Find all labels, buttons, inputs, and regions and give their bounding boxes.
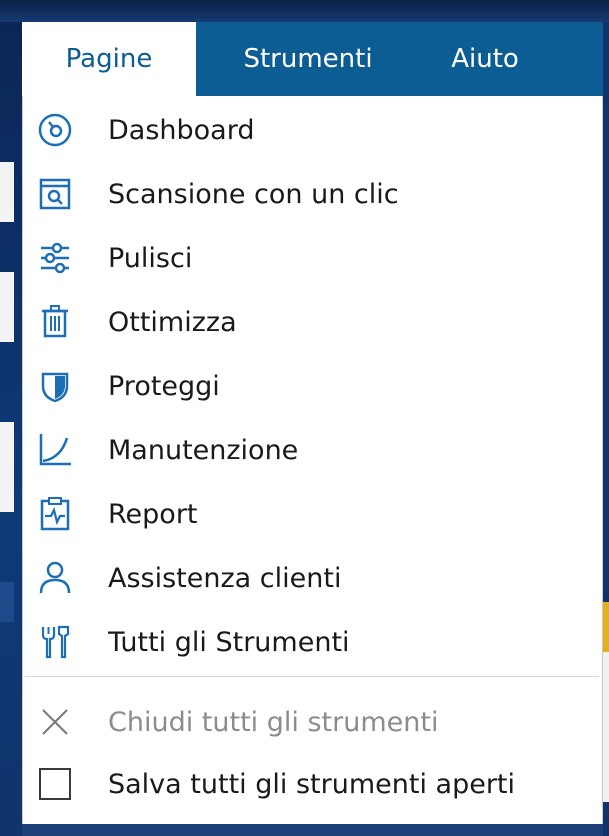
menu-item-label: Assistenza clienti: [108, 562, 342, 594]
menu-item-label: Ottimizza: [108, 306, 237, 338]
menu-item-label: Manutenzione: [108, 434, 299, 466]
menu-item-pulisci[interactable]: Pulisci: [23, 226, 602, 290]
menu-item-scansione[interactable]: Scansione con un clic: [23, 162, 602, 226]
background-window-bottom: [22, 824, 603, 836]
background-window-right: [603, 22, 609, 836]
tools-icon: [35, 622, 75, 662]
menu-item-label: Dashboard: [108, 114, 255, 146]
dashboard-icon: [35, 110, 75, 150]
checkbox-icon[interactable]: [35, 764, 75, 804]
close-icon: [35, 702, 75, 742]
menu-item-label: Tutti gli Strumenti: [108, 626, 350, 658]
shield-icon: [35, 366, 75, 406]
menu-item-assistenza[interactable]: Assistenza clienti: [23, 546, 602, 610]
menu-item-label: Report: [108, 498, 198, 530]
menu-separator: [25, 676, 599, 677]
menu-strumenti[interactable]: Strumenti: [196, 22, 420, 96]
menu-item-salva-strumenti[interactable]: Salva tutti gli strumenti aperti: [23, 752, 602, 816]
menu-item-label: Scansione con un clic: [108, 178, 399, 210]
trash-icon: [35, 302, 75, 342]
one-click-scan-icon: [35, 174, 75, 214]
menu-item-tutti-strumenti[interactable]: Tutti gli Strumenti: [23, 610, 602, 674]
menu-bar: Pagine Strumenti Aiuto: [22, 22, 603, 96]
menu-item-label: Pulisci: [108, 242, 193, 274]
pagine-dropdown-menu: Dashboard Scansione con un clic Pulisci …: [22, 96, 603, 824]
person-icon: [35, 558, 75, 598]
menu-item-label: Chiudi tutti gli strumenti: [108, 706, 439, 738]
menu-item-label: Salva tutti gli strumenti aperti: [108, 768, 516, 800]
clipboard-pulse-icon: [35, 494, 75, 534]
menu-pagine[interactable]: Pagine: [22, 22, 196, 96]
menu-item-manutenzione[interactable]: Manutenzione: [23, 418, 602, 482]
menu-item-proteggi[interactable]: Proteggi: [23, 354, 602, 418]
menu-item-ottimizza[interactable]: Ottimizza: [23, 290, 602, 354]
menu-item-report[interactable]: Report: [23, 482, 602, 546]
sliders-icon: [35, 238, 75, 278]
menu-item-chiudi-strumenti[interactable]: Chiudi tutti gli strumenti: [23, 690, 602, 754]
menu-item-label: Proteggi: [108, 370, 220, 402]
menu-item-dashboard[interactable]: Dashboard: [23, 98, 602, 162]
chart-curve-icon: [35, 430, 75, 470]
background-window-top: [0, 0, 609, 22]
menu-aiuto[interactable]: Aiuto: [420, 22, 550, 96]
background-window-left: [0, 22, 22, 836]
